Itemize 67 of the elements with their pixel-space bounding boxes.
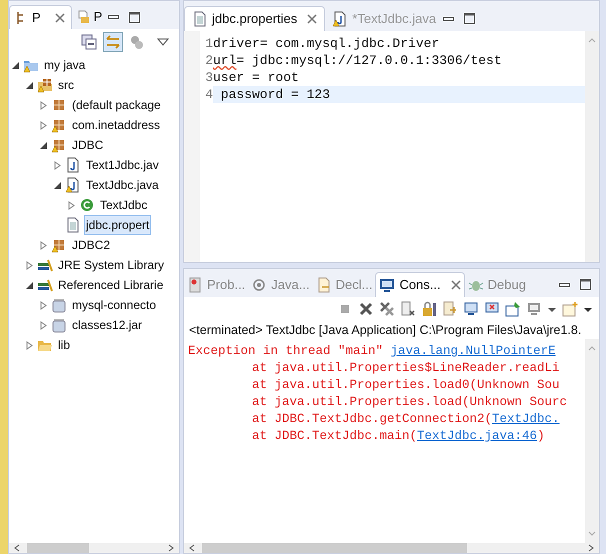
lock-icon[interactable]	[421, 301, 437, 317]
tree-item[interactable]: JDBC	[70, 135, 106, 155]
expander-icon[interactable]	[53, 180, 62, 190]
tree-item[interactable]: (default package	[70, 95, 163, 115]
chevron-right-icon[interactable]	[167, 544, 175, 552]
chevron-left-icon[interactable]	[13, 544, 21, 552]
monitor-icon	[379, 277, 396, 293]
double-x-icon[interactable]	[379, 301, 395, 317]
close-icon[interactable]	[54, 12, 65, 22]
tree-item[interactable]: src	[56, 75, 76, 95]
tree-item[interactable]: lib	[56, 335, 72, 355]
minimize-icon[interactable]	[443, 16, 454, 20]
source-link[interactable]: TextJdbc.java:46	[417, 429, 538, 443]
expander-icon[interactable]	[25, 80, 34, 90]
console-line: at java.util.Properties.load(Unknown Sourc	[251, 394, 568, 411]
tree-item[interactable]: Text1Jdbc.jav	[84, 155, 161, 175]
view-tab[interactable]: P	[9, 5, 72, 29]
horizontal-scrollbar[interactable]	[9, 543, 179, 553]
tree-item[interactable]: com.inetaddress	[70, 115, 162, 135]
console-header: <terminated> TextJdbc [Java Application] C:\Program Files\Java\jre1.8.	[188, 322, 582, 339]
code-text: password = 123	[213, 86, 585, 103]
source-link[interactable]: java.lang.NullPointerE	[390, 344, 556, 358]
monitor-icon[interactable]	[463, 301, 479, 317]
vertical-scrollbar[interactable]	[585, 31, 599, 262]
tree-item[interactable]: TextJdbc.java	[84, 175, 161, 195]
view-tab[interactable]: Cons...	[375, 272, 465, 297]
code-text: driver= com.mysql.jdbc.Driver	[213, 35, 440, 52]
close-icon[interactable]	[307, 14, 318, 24]
tree-item[interactable]: JDBC2	[70, 235, 112, 255]
tree-item[interactable]: Referenced Librarie	[56, 275, 166, 295]
java-file-icon	[332, 10, 348, 26]
console-line: at JDBC.TextJdbc.main(TextJdbc.java:46)	[251, 428, 546, 445]
console-line: at java.util.Properties$LineReader.readLi	[251, 360, 561, 377]
tree-item[interactable]: TextJdbc	[98, 195, 150, 215]
source-link[interactable]: TextJdbc.	[492, 412, 560, 426]
tree-item[interactable]: JRE System Library	[56, 255, 166, 275]
minimize-icon[interactable]	[559, 282, 570, 286]
collapse-all-icon[interactable]	[81, 34, 97, 50]
console-line: Exception in thread "main" java.lang.NullPointerE	[188, 343, 557, 360]
tree-item[interactable]: my java	[42, 55, 88, 75]
caret-icon[interactable]	[157, 38, 169, 46]
expander-icon[interactable]	[25, 280, 34, 290]
chevron-right-icon[interactable]	[587, 544, 595, 552]
monitor-icon[interactable]	[526, 301, 542, 317]
console-line: at java.util.Properties.load0(Unknown Sou	[251, 377, 561, 394]
tree-item[interactable]: classes12.jar	[70, 315, 144, 335]
maximize-icon[interactable]	[129, 12, 140, 22]
editor-tab[interactable]: jdbc.properties	[184, 6, 326, 31]
minimize-icon[interactable]	[108, 15, 120, 19]
maximize-icon[interactable]	[580, 279, 591, 290]
document-x-icon[interactable]	[400, 301, 416, 317]
horizontal-scrollbar[interactable]	[184, 543, 599, 553]
console-line: at JDBC.TextJdbc.getConnection2(TextJdbc.	[251, 411, 561, 428]
close-icon[interactable]	[450, 280, 461, 290]
new-window-icon[interactable]	[562, 301, 578, 317]
x-icon[interactable]	[358, 301, 374, 317]
tree-item[interactable]: mysql-connecto	[70, 295, 158, 315]
tree-item[interactable]: jdbc.propert	[84, 215, 152, 235]
maximize-icon[interactable]	[464, 13, 476, 24]
text-file-icon	[192, 11, 208, 27]
view-tab[interactable]: P	[72, 5, 108, 29]
expander-icon[interactable]	[39, 140, 48, 150]
chevron-left-icon[interactable]	[188, 544, 196, 552]
code-text: user = root	[213, 69, 300, 86]
code-text: url= jdbc:mysql://127.0.0.1:3306/test	[213, 52, 503, 69]
folder-icon	[78, 10, 90, 24]
expander-icon[interactable]	[11, 60, 20, 70]
